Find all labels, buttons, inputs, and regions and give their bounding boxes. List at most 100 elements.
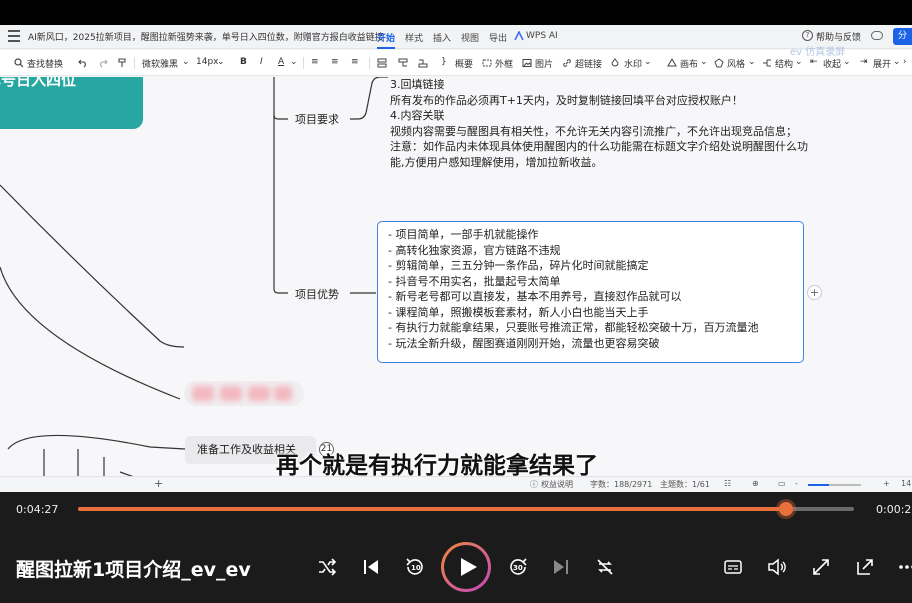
outline-view-icon[interactable]: ☷ [724, 479, 731, 488]
outer-frame-icon[interactable] [482, 58, 492, 68]
add-sheet-button[interactable]: + [154, 477, 163, 490]
screen: AI新风口，2025拉新项目，醒图拉新强势来袭，单号日入四位数，附赠官方报白收益… [0, 0, 912, 603]
collapse-icon[interactable]: ⇤ [810, 57, 818, 67]
font-size-chevron-down-icon[interactable]: ⌄ [217, 57, 225, 67]
bold-icon[interactable]: B [240, 57, 247, 67]
play-button[interactable] [441, 542, 491, 592]
tab-wps-ai[interactable]: WPS AI [526, 31, 558, 41]
tab-insert[interactable]: 插入 [433, 31, 451, 44]
redo-icon[interactable] [98, 58, 108, 68]
insert-parent-icon[interactable] [418, 58, 428, 68]
mindmap-canvas[interactable]: 单号日入四位 接 项目要求 3.回填链接 所有发布的作品必须再T+1天内，及时复… [0, 77, 912, 477]
style-button[interactable]: 风格 [727, 57, 745, 70]
previous-track-icon[interactable] [360, 556, 382, 578]
cloud-sync-icon[interactable] [871, 31, 883, 40]
help-feedback-link[interactable]: 帮助与反馈 [816, 30, 861, 43]
watermark-button[interactable]: 水印 [624, 57, 642, 70]
tab-style[interactable]: 样式 [405, 31, 423, 44]
fullscreen-icon[interactable] [810, 556, 832, 578]
collapse-button[interactable]: 收起 [823, 57, 841, 70]
forward-30-icon[interactable]: 30 [507, 556, 529, 578]
image-icon[interactable] [522, 58, 532, 68]
rights-info-link[interactable]: 权益说明 [541, 479, 573, 490]
italic-icon[interactable]: I [260, 57, 263, 67]
undo-icon[interactable] [78, 58, 88, 68]
summary-button[interactable]: 概要 [455, 57, 473, 70]
tab-start[interactable]: 开始 [377, 31, 396, 49]
node-project-advantages[interactable]: 项目优势 [295, 286, 339, 302]
zoom-percentage[interactable]: 14 [901, 479, 911, 488]
share-button[interactable]: 分 [893, 28, 912, 45]
text-color-chevron-down-icon[interactable]: ⌄ [290, 57, 298, 67]
structure-chevron-down-icon[interactable]: ⌄ [795, 57, 803, 67]
advantages-detail-box-selected[interactable]: - 项目简单，一部手机就能操作 - 高转化独家资源，官方链路不违规 - 剪辑简单… [377, 221, 804, 363]
toolbar-overflow-icon[interactable]: › [903, 57, 907, 67]
insert-sibling-icon[interactable] [377, 58, 387, 68]
add-child-plus-icon[interactable]: + [807, 285, 822, 300]
requirements-line: 4.内容关联 [390, 109, 445, 122]
zoom-in-button[interactable]: + [883, 479, 890, 488]
style-chevron-down-icon[interactable]: ⌄ [748, 57, 756, 67]
advantage-line: - 玩法全新升级，醒图赛道刚刚开始，流量也更容易突破 [388, 336, 660, 350]
next-track-icon[interactable] [550, 556, 572, 578]
hamburger-menu-icon[interactable] [8, 30, 20, 42]
toolbar-divider [369, 57, 370, 69]
insert-child-icon[interactable] [398, 58, 408, 68]
rewind-10-icon[interactable]: 10 [404, 556, 426, 578]
current-time: 0:04:27 [16, 503, 59, 516]
rights-info-icon[interactable]: ⓘ [530, 479, 538, 490]
structure-icon[interactable] [762, 58, 772, 68]
format-painter-icon[interactable] [117, 58, 127, 68]
zoom-slider[interactable] [808, 484, 861, 486]
hyperlink-icon[interactable] [562, 58, 572, 68]
shuffle-icon[interactable] [316, 556, 338, 578]
expand-chevron-down-icon[interactable]: ⌄ [893, 57, 901, 67]
font-family-select[interactable]: 微软雅黑 [142, 57, 178, 70]
text-color-icon[interactable]: A [278, 57, 284, 67]
mini-player-icon[interactable] [854, 556, 876, 578]
node-project-requirements[interactable]: 项目要求 [295, 111, 339, 127]
video-title: 醒图拉新1项目介绍_ev_ev [16, 559, 251, 581]
canvas-chevron-down-icon[interactable]: ⌄ [700, 57, 708, 67]
zoom-out-button[interactable]: - [795, 479, 798, 488]
expand-icon[interactable]: ⇥ [860, 57, 868, 67]
watermark-icon[interactable] [610, 58, 620, 68]
find-replace-button[interactable]: 查找替换 [27, 57, 63, 70]
repeat-off-icon[interactable] [594, 556, 616, 578]
advantage-line: - 剪辑简单，三五分钟一条作品，碎片化时间就能搞定 [388, 259, 649, 272]
tab-view[interactable]: 视图 [461, 31, 479, 44]
expand-button[interactable]: 展开 [873, 57, 891, 70]
align-center-icon[interactable]: ≡ [331, 57, 339, 67]
font-size-select[interactable]: 14px [196, 57, 219, 67]
style-icon[interactable] [714, 58, 724, 68]
summary-bracket-icon[interactable]: } [441, 57, 447, 67]
requirements-detail-text[interactable]: 3.回填链接 所有发布的作品必须再T+1天内，及时复制链接回填平台对应授权账户！… [390, 77, 808, 170]
fit-screen-icon[interactable]: ▭ [778, 479, 786, 488]
locate-icon[interactable]: ⊕ [752, 479, 759, 488]
seek-bar[interactable] [78, 502, 854, 516]
blurred-topic-node[interactable] [184, 381, 304, 406]
advantage-line: - 项目简单，一部手机就能操作 [388, 228, 539, 241]
align-right-icon[interactable]: ≡ [351, 57, 359, 67]
canvas-icon[interactable] [667, 58, 677, 68]
video-player-controls: 0:04:27 0:00:23 醒图拉新1项目介绍_ev_ev 10 30 [0, 492, 912, 603]
volume-icon[interactable] [766, 556, 788, 578]
advantage-line: - 高转化独家资源，官方链路不违规 [388, 243, 561, 257]
collapse-chevron-down-icon[interactable]: ⌄ [843, 57, 851, 67]
advantage-line: - 抖音号不用实名，批量起号太简单 [388, 274, 561, 288]
root-topic-node[interactable]: 单号日入四位 接 [0, 77, 143, 129]
outer-frame-button[interactable]: 外框 [495, 57, 513, 70]
more-options-icon[interactable] [896, 556, 912, 578]
watermark-chevron-down-icon[interactable]: ⌄ [644, 57, 652, 67]
subtitles-icon[interactable] [722, 556, 744, 578]
structure-button[interactable]: 结构 [775, 57, 793, 70]
seek-bar-thumb[interactable] [778, 502, 793, 516]
help-icon[interactable]: ? [802, 30, 813, 41]
canvas-button[interactable]: 画布 [680, 57, 698, 70]
tab-export[interactable]: 导出 [489, 31, 507, 44]
align-left-icon[interactable]: ≡ [311, 57, 319, 67]
hyperlink-button[interactable]: 超链接 [575, 57, 602, 70]
advantage-line: - 有执行力就能拿结果，只要账号推流正常，都能轻松突破十万，百万流量池 [388, 321, 759, 334]
font-chevron-down-icon[interactable]: ⌄ [182, 57, 190, 67]
image-button[interactable]: 图片 [535, 57, 553, 70]
